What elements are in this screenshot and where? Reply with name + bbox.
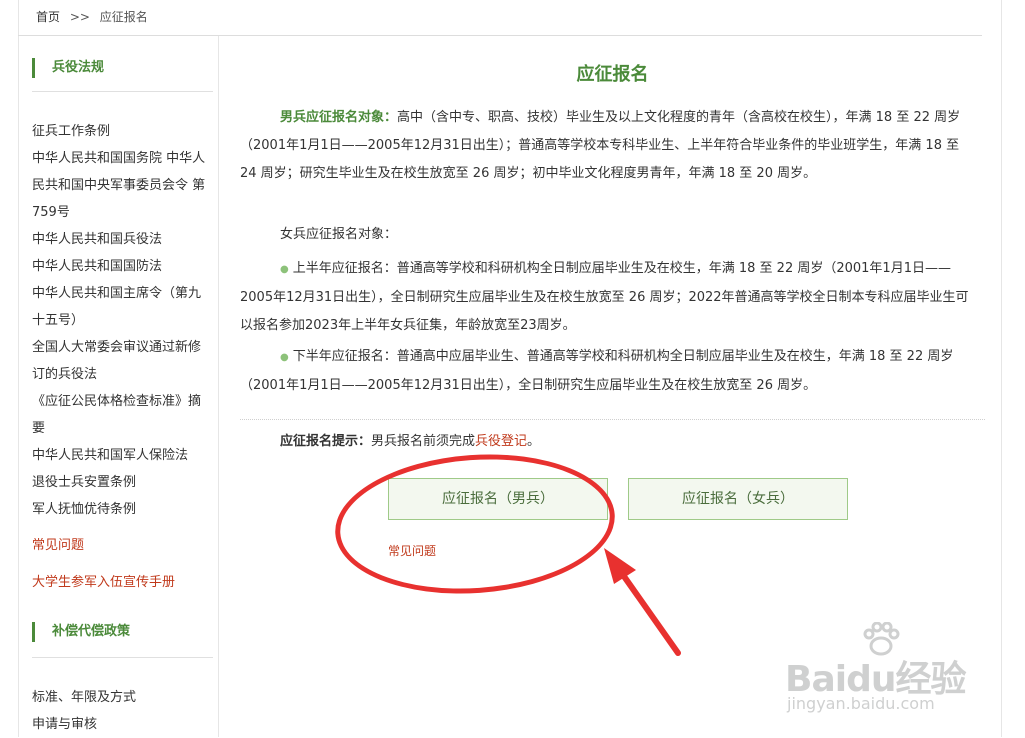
female-first-text: 上半年应征报名：普通高等学校和科研机构全日制应届毕业生及在校生，年满 18 至 … [240,261,969,333]
breadcrumb-separator: >> [69,10,90,24]
sidebar-section-title: 补偿代偿政策 [32,622,130,642]
female-second-half: ● 下半年应征报名：普通高中应届毕业生、普通高等学校和科研机构全日制应届毕业生及在… [240,343,970,400]
sidebar-law-list: 征兵工作条例 中华人民共和国国务院 中华人民共和国中央军事委员会令 第759号 … [32,118,210,523]
sidebar-item[interactable]: 标准、年限及方式 [32,684,210,711]
female-first-half: ● 上半年应征报名：普通高等学校和科研机构全日制应届毕业生及在校生，年满 18 至… [240,255,970,340]
sidebar-item[interactable]: 中华人民共和国国防法 [32,253,210,280]
breadcrumb-home[interactable]: 首页 [36,10,60,24]
military-registration-link[interactable]: 兵役登记 [475,434,527,449]
sidebar-item[interactable]: 征兵工作条例 [32,118,210,145]
annotation-circle [330,445,620,603]
sidebar-item[interactable]: 退役士兵安置条例 [32,469,210,496]
breadcrumb: 首页 >> 应征报名 [36,8,154,25]
breadcrumb-current: 应征报名 [99,10,148,24]
male-eligibility: 男兵应征报名对象：高中（含中专、职高、技校）毕业生及以上文化程度的青年（含高校在… [240,104,970,188]
sidebar-item[interactable]: 中华人民共和国国务院 中华人民共和国中央军事委员会令 第759号 [32,145,210,226]
sidebar-divider [32,657,213,658]
sidebar-item[interactable]: 军人抚恤优待条例 [32,496,210,523]
sidebar-item[interactable]: 中华人民共和国军人保险法 [32,442,210,469]
bullet-icon: ● [280,352,289,363]
bullet-icon: ● [280,264,289,275]
sidebar-faq-link[interactable]: 常见问题 [32,534,84,553]
sidebar: 兵役法规 征兵工作条例 中华人民共和国国务院 中华人民共和国中央军事委员会令 第… [18,36,219,737]
annotation-arrow-icon [604,548,681,656]
watermark-url: jingyan.baidu.com [787,694,935,713]
hint-end: 。 [527,434,541,449]
hint-text: 男兵报名前须完成 [371,434,476,449]
registration-hint: 应征报名提示：男兵报名前须完成兵役登记。 [280,430,540,449]
sidebar-item[interactable]: 全国人大常委会审议通过新修订的兵役法 [32,334,210,388]
sidebar-policy-list: 标准、年限及方式 申请与审核 [32,684,210,738]
sidebar-item[interactable]: 中华人民共和国主席令（第九十五号） [32,280,210,334]
sidebar-section-title: 兵役法规 [32,58,104,78]
register-female-button[interactable]: 应征报名（女兵） [628,478,848,520]
content-divider [240,419,985,420]
page-frame-right [1001,0,1002,737]
sidebar-item[interactable]: 中华人民共和国兵役法 [32,226,210,253]
female-label: 女兵应征报名对象： [280,227,398,242]
sidebar-item[interactable]: 申请与审核 [32,711,210,738]
page-title: 应征报名 [576,64,649,85]
sidebar-handbook-link[interactable]: 大学生参军入伍宣传手册 [32,571,175,590]
sidebar-item[interactable]: 《应征公民体格检查标准》摘要 [32,388,210,442]
male-label: 男兵应征报名对象： [280,110,398,125]
sidebar-divider [32,91,213,92]
hint-label: 应征报名提示： [280,434,372,449]
baidu-watermark: Baidu经验 jingyan.baidu.com [785,622,970,721]
female-second-text: 下半年应征报名：普通高中应届毕业生、普通高等学校和科研机构全日制应届毕业生及在校… [240,349,954,393]
